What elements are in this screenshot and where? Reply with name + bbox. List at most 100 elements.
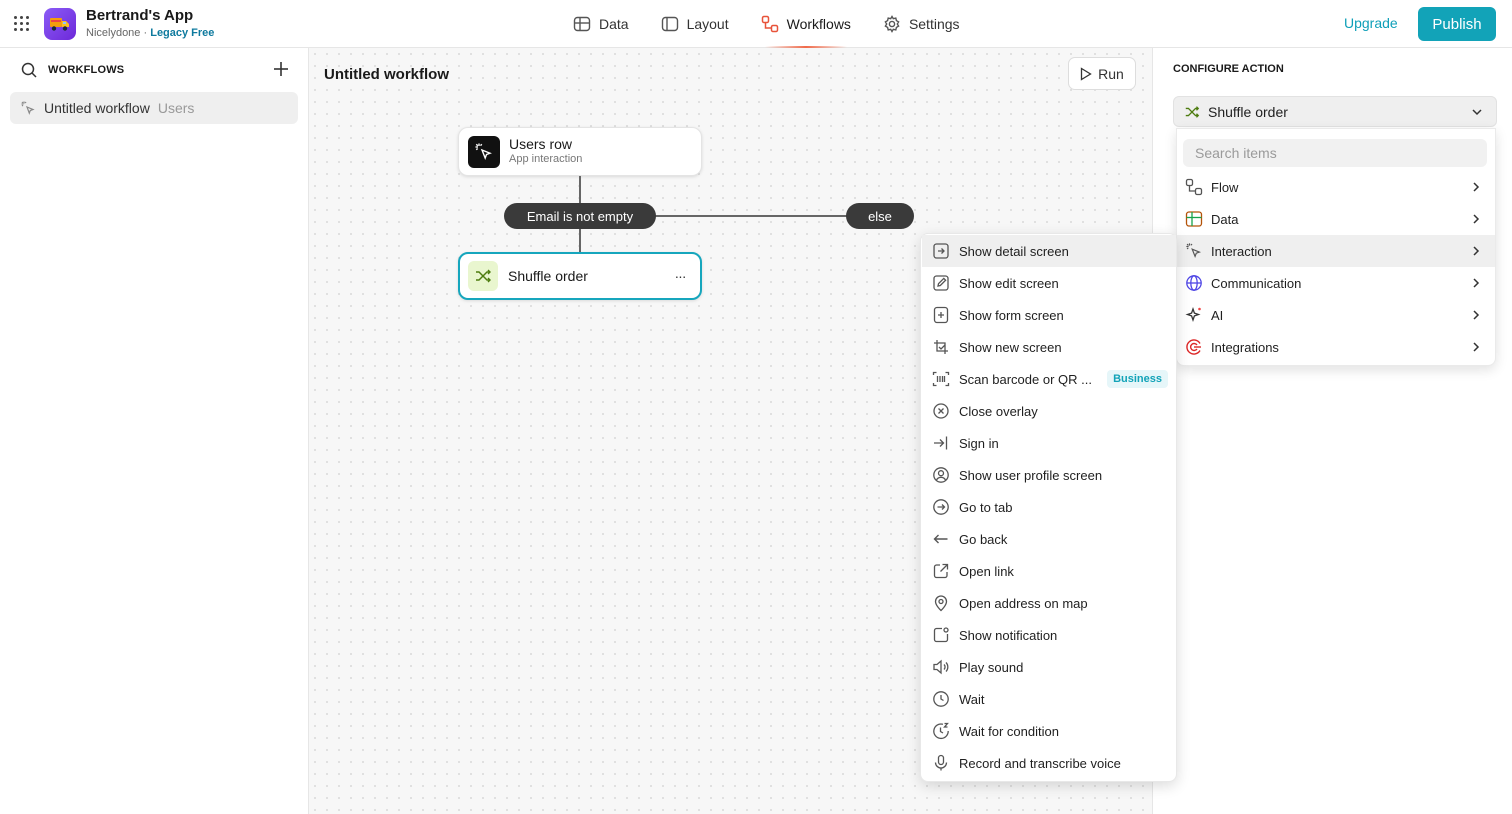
add-icon[interactable] (272, 60, 290, 78)
play-icon (1080, 66, 1092, 81)
category-communication[interactable]: Communication (1177, 267, 1495, 299)
category-ai[interactable]: AI (1177, 299, 1495, 331)
menu-item-play-sound[interactable]: Play sound (922, 651, 1176, 683)
sidebar-item-sub: Users (157, 100, 195, 116)
action-select[interactable]: Shuffle order (1173, 96, 1497, 127)
else-pill[interactable]: else (846, 203, 914, 229)
run-button[interactable]: Run (1068, 57, 1136, 90)
menu-item-label: Go to tab (959, 499, 1013, 515)
cursor-click-icon (1185, 242, 1203, 260)
menu-item-wait[interactable]: Wait (922, 683, 1176, 715)
trigger-node[interactable]: Users row App interaction (458, 127, 702, 176)
nav-settings[interactable]: Settings (867, 0, 976, 48)
top-bar: Bertrand's App Nicelydone · Legacy Free … (0, 0, 1512, 48)
shuffle-icon (468, 261, 498, 291)
clock-sleep-icon (932, 722, 950, 740)
menu-item-show-form-screen[interactable]: Show form screen (922, 299, 1176, 331)
nav-data-label: Data (599, 16, 629, 32)
trigger-subtitle: App interaction (509, 153, 583, 165)
menu-item-label: Show notification (959, 627, 1058, 643)
search-icon[interactable] (20, 61, 38, 79)
menu-item-open-link[interactable]: Open link (922, 555, 1176, 587)
category-label: Interaction (1211, 243, 1272, 259)
nav-layout-label: Layout (686, 16, 729, 32)
menu-item-label: Wait for condition (959, 723, 1059, 739)
menu-item-show-detail-screen[interactable]: Show detail screen (922, 235, 1176, 267)
menu-item-label: Play sound (959, 659, 1024, 675)
menu-item-label: Show edit screen (959, 275, 1059, 291)
category-label: Data (1211, 211, 1239, 227)
table-icon (573, 15, 591, 33)
menu-item-show-notification[interactable]: Show notification (922, 619, 1176, 651)
workflow-title[interactable]: Untitled workflow (324, 66, 449, 83)
menu-item-go-back[interactable]: Go back (922, 523, 1176, 555)
condition-pill[interactable]: Email is not empty (504, 203, 656, 229)
separator: · (143, 27, 148, 39)
plan-name[interactable]: Legacy Free (150, 27, 214, 39)
new-screen-icon (932, 338, 950, 356)
menu-item-wait-for-condition[interactable]: Wait for condition (922, 715, 1176, 747)
upgrade-link[interactable]: Upgrade (1344, 15, 1398, 31)
chevron-right-icon (1469, 244, 1483, 258)
menu-item-label: Show new screen (959, 339, 1062, 355)
shuffle-icon (1184, 104, 1200, 120)
chevron-right-icon (1469, 276, 1483, 290)
flow-icon (1185, 178, 1203, 196)
menu-item-close-overlay[interactable]: Close overlay (922, 395, 1176, 427)
sidebar-item-workflow[interactable]: Untitled workflow Users (10, 92, 298, 124)
menu-item-label: Show detail screen (959, 243, 1069, 259)
configure-title: CONFIGURE ACTION (1173, 63, 1284, 75)
apps-grid-icon[interactable] (12, 14, 32, 34)
close-circle-icon (932, 402, 950, 420)
menu-item-label: Close overlay (959, 403, 1038, 419)
menu-item-go-to-tab[interactable]: Go to tab (922, 491, 1176, 523)
action-dropdown: Flow Data Interaction Communication AI I… (1176, 128, 1496, 366)
action-node[interactable]: Shuffle order ··· (458, 252, 702, 300)
workflows-sidebar: WORKFLOWS Untitled workflow Users (0, 48, 309, 814)
app-icon[interactable] (44, 8, 76, 40)
chevron-right-icon (1469, 308, 1483, 322)
app-name: Bertrand's App (86, 7, 194, 24)
tap-icon (20, 100, 36, 116)
chevron-right-icon (1469, 340, 1483, 354)
table-icon (1185, 210, 1203, 228)
publish-button[interactable]: Publish (1418, 7, 1496, 41)
menu-item-record-voice[interactable]: Record and transcribe voice (922, 747, 1176, 779)
menu-item-show-edit-screen[interactable]: Show edit screen (922, 267, 1176, 299)
pencil-icon (932, 274, 950, 292)
workflows-icon (761, 15, 779, 33)
chevron-right-icon (1469, 180, 1483, 194)
sparkle-icon (1185, 306, 1203, 324)
menu-item-label: Record and transcribe voice (959, 755, 1121, 771)
sidebar-item-label: Untitled workflow (44, 100, 150, 116)
form-plus-icon (932, 306, 950, 324)
clock-icon (932, 690, 950, 708)
category-label: Integrations (1211, 339, 1279, 355)
menu-item-show-user-profile[interactable]: Show user profile screen (922, 459, 1176, 491)
category-interaction[interactable]: Interaction (1177, 235, 1495, 267)
more-icon[interactable]: ··· (670, 266, 690, 286)
trigger-title: Users row (509, 136, 573, 152)
gear-icon (883, 15, 901, 33)
map-pin-icon (932, 594, 950, 612)
menu-item-scan-barcode[interactable]: Scan barcode or QR ... Business (922, 363, 1176, 395)
nav-workflows[interactable]: Workflows (745, 0, 867, 48)
category-flow[interactable]: Flow (1177, 171, 1495, 203)
app-subtitle: Nicelydone · Legacy Free (86, 27, 214, 39)
menu-item-show-new-screen[interactable]: Show new screen (922, 331, 1176, 363)
nav-workflows-label: Workflows (786, 16, 851, 32)
nav-layout[interactable]: Layout (645, 0, 745, 48)
chevron-down-icon (1470, 105, 1484, 119)
external-link-icon (932, 562, 950, 580)
branch-line (655, 215, 847, 217)
menu-item-sign-in[interactable]: Sign in (922, 427, 1176, 459)
globe-icon (1185, 274, 1203, 292)
notification-icon (932, 626, 950, 644)
category-data[interactable]: Data (1177, 203, 1495, 235)
run-label: Run (1098, 65, 1124, 82)
menu-item-open-address-map[interactable]: Open address on map (922, 587, 1176, 619)
sign-in-icon (932, 434, 950, 452)
nav-data[interactable]: Data (557, 0, 645, 48)
search-items-input[interactable] (1183, 139, 1487, 167)
category-integrations[interactable]: Integrations (1177, 331, 1495, 363)
